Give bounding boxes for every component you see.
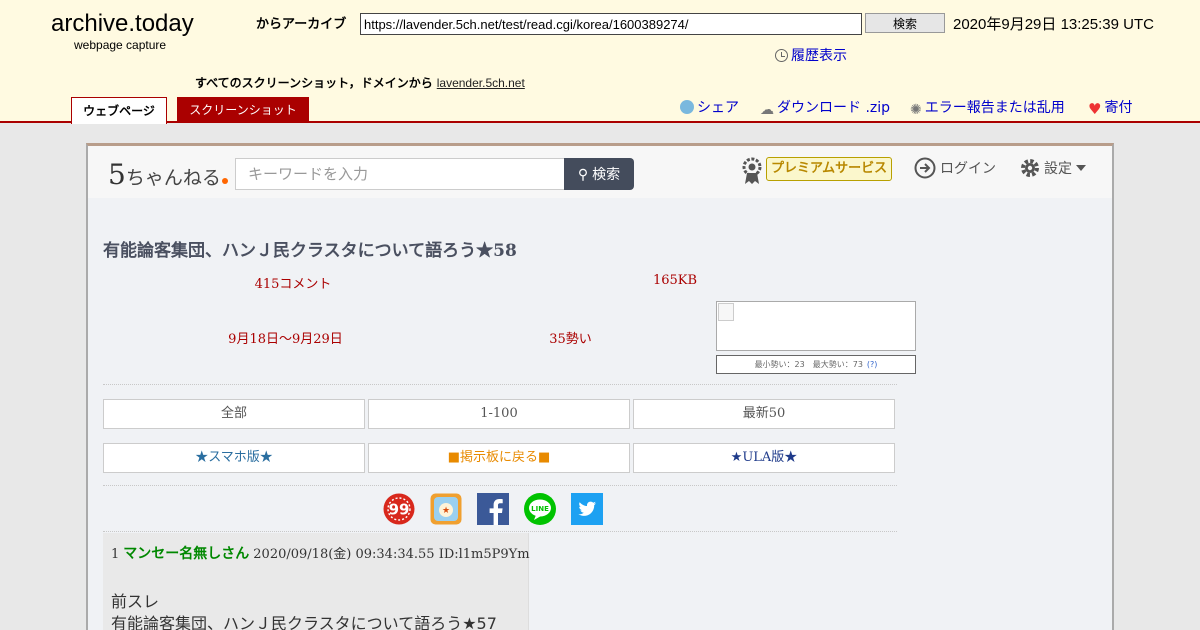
settings-menu[interactable]: 設定 bbox=[1019, 157, 1086, 179]
5ch-logo[interactable]: 5ちゃんねる bbox=[108, 158, 228, 191]
facebook-icon[interactable] bbox=[477, 493, 509, 525]
archive-date: 2020年9月29日 13:25:39 UTC bbox=[953, 16, 1154, 33]
archive-logo[interactable]: archive.today bbox=[51, 10, 194, 38]
clock-icon bbox=[775, 49, 788, 62]
magnifier-icon: ⚲ bbox=[577, 166, 589, 182]
donate-label: 寄付 bbox=[1104, 100, 1133, 116]
bug-icon: ✺ bbox=[910, 102, 922, 118]
history-link[interactable]: 履歴表示 bbox=[775, 45, 847, 65]
post-body-line: 有能論客集団、ハンＪ民クラスタについて語ろう★57 bbox=[111, 614, 497, 630]
archive-header: archive.today webpage capture からアーカイブ 検索… bbox=[0, 0, 1200, 124]
view-all-button[interactable]: 全部 bbox=[103, 399, 365, 429]
momentum-help-link[interactable]: (?) bbox=[867, 360, 878, 369]
ula-version-button[interactable]: ★ULA版★ bbox=[633, 443, 895, 473]
cloud-download-icon: ☁ bbox=[760, 102, 774, 118]
svg-text:99: 99 bbox=[389, 501, 410, 519]
svg-text:★: ★ bbox=[442, 506, 450, 516]
login-label: ログイン bbox=[940, 161, 996, 177]
share-label: シェア bbox=[697, 100, 739, 116]
heart-icon: ♥ bbox=[1088, 100, 1102, 118]
svg-text:LINE: LINE bbox=[531, 505, 549, 513]
divider bbox=[103, 384, 897, 385]
settings-label: 設定 bbox=[1044, 161, 1072, 177]
thread-size: 165KB bbox=[652, 273, 698, 288]
momentum-graph-image bbox=[716, 301, 916, 351]
donate-link[interactable]: ♥ 寄付 bbox=[1088, 97, 1132, 118]
post-date: 2020/09/18(金) 09:34:34.55 bbox=[253, 547, 435, 562]
logo-dot-icon bbox=[221, 178, 228, 184]
archive-tagline: webpage capture bbox=[74, 38, 167, 52]
premium-service-button[interactable]: プレミアムサービス bbox=[766, 157, 893, 181]
post-1: 1 マンセー名無しさん 2020/09/18(金) 09:34:34.55 ID:l… bbox=[103, 533, 530, 630]
tab-screenshot[interactable]: スクリーンショット bbox=[177, 97, 309, 122]
thread-momentum: 35勢い bbox=[549, 332, 592, 347]
divider bbox=[103, 485, 897, 486]
archive-url-input[interactable] bbox=[360, 13, 862, 35]
twitter-icon[interactable] bbox=[571, 493, 603, 525]
keyword-search-input[interactable] bbox=[235, 158, 565, 190]
keyword-search-button[interactable]: ⚲ 検索 bbox=[564, 158, 634, 190]
momentum-info: 最小勢い：23 最大勢い：73 (?) bbox=[716, 355, 916, 374]
domain-link[interactable]: lavender.5ch.net bbox=[437, 76, 525, 90]
99-icon[interactable]: 99 bbox=[383, 493, 415, 525]
archive-search-button[interactable]: 検索 bbox=[865, 13, 945, 33]
post-body-line: 前スレ bbox=[111, 592, 160, 611]
view-latest-button[interactable]: 最新50 bbox=[633, 399, 895, 429]
medal-icon bbox=[742, 157, 762, 184]
thread-date-range: 9月18日〜9月29日 bbox=[228, 332, 343, 347]
gear-icon bbox=[1021, 159, 1039, 177]
poster-name: マンセー名無しさん bbox=[123, 546, 250, 562]
divider bbox=[103, 531, 897, 532]
site-navbar: 5ちゃんねる ⚲ 検索 プレミアムサービス ログイン 設定 bbox=[88, 146, 1112, 198]
post-header: 1 マンセー名無しさん 2020/09/18(金) 09:34:34.55 ID:l… bbox=[111, 543, 530, 563]
smartphone-version-button[interactable]: ★スマホ版★ bbox=[103, 443, 365, 473]
report-link[interactable]: ✺ エラー報告または乱用 bbox=[910, 97, 1065, 118]
view-range-button[interactable]: 1-100 bbox=[368, 399, 630, 429]
keyword-search-label: 検索 bbox=[592, 166, 621, 182]
captured-page: 5ちゃんねる ⚲ 検索 プレミアムサービス ログイン 設定 有能論客集団、ハ bbox=[86, 143, 1114, 630]
download-link[interactable]: ☁ ダウンロード .zip bbox=[760, 97, 890, 118]
thread-title: 有能論客集団、ハンＪ民クラスタについて語ろう★58 bbox=[103, 241, 517, 261]
tab-webpage[interactable]: ウェブページ bbox=[71, 97, 167, 124]
share-link[interactable]: シェア bbox=[680, 97, 739, 117]
poster-id[interactable]: ID:l1m5P9Ym bbox=[439, 547, 530, 562]
report-label: エラー報告または乱用 bbox=[924, 100, 1065, 116]
back-to-board-button[interactable]: ■掲示板に戻る■ bbox=[368, 443, 630, 473]
all-screenshots-line: すべてのスクリーンショット，ドメインから lavender.5ch.net bbox=[195, 74, 525, 91]
logo-digit: 5 bbox=[108, 158, 126, 191]
matome-icon[interactable]: ★ bbox=[430, 493, 462, 525]
share-icon bbox=[680, 100, 694, 114]
all-screenshots-label: すべてのスクリーンショット，ドメインから bbox=[195, 76, 433, 90]
line-icon[interactable]: LINE bbox=[524, 493, 556, 525]
archive-from-label: からアーカイブ bbox=[256, 17, 347, 32]
post-body: 前スレ 有能論客集団、ハンＪ民クラスタについて語ろう★57 bbox=[111, 591, 497, 630]
logo-text: ちゃんねる bbox=[125, 167, 221, 189]
login-icon bbox=[914, 157, 936, 179]
comment-count: 415コメント bbox=[254, 277, 332, 292]
download-label: ダウンロード .zip bbox=[777, 100, 891, 116]
post-number[interactable]: 1 bbox=[111, 547, 119, 562]
momentum-range: 最小勢い：23 最大勢い：73 bbox=[754, 360, 863, 369]
history-label: 履歴表示 bbox=[791, 48, 847, 64]
caret-down-icon bbox=[1076, 165, 1086, 171]
login-link[interactable]: ログイン bbox=[914, 157, 996, 179]
